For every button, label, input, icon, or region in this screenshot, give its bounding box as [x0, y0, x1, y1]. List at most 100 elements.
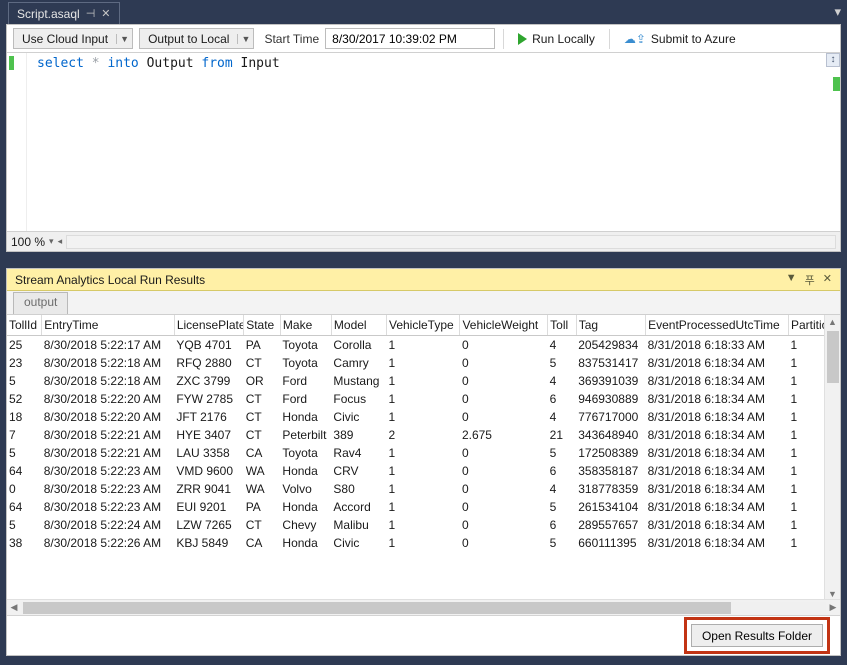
table-cell: 2 — [386, 426, 459, 444]
dropdown-icon[interactable]: ▼ — [786, 272, 797, 288]
table-cell: 837531417 — [576, 354, 645, 372]
table-row[interactable]: 238/30/2018 5:22:18 AMRFQ 2880CTToyotaCa… — [7, 354, 840, 372]
tab-overflow-icon[interactable]: ▾ — [834, 4, 841, 20]
col-header[interactable]: TollId — [7, 315, 42, 336]
table-cell: Peterbilt — [280, 426, 331, 444]
file-tab-label: Script.asaql — [17, 7, 80, 21]
start-time-input[interactable] — [325, 28, 495, 49]
table-row[interactable]: 58/30/2018 5:22:24 AMLZW 7265CTChevyMali… — [7, 516, 840, 534]
table-cell: 38 — [7, 534, 42, 552]
col-header[interactable]: LicensePlate — [174, 315, 243, 336]
table-cell: Focus — [331, 390, 386, 408]
split-view-icon[interactable]: ↕ — [826, 53, 840, 67]
results-tab-output[interactable]: output — [13, 292, 68, 314]
scroll-left-icon[interactable]: ◀ — [7, 602, 21, 613]
table-cell: Honda — [280, 534, 331, 552]
table-row[interactable]: 388/30/2018 5:22:26 AMKBJ 5849CAHondaCiv… — [7, 534, 840, 552]
table-row[interactable]: 528/30/2018 5:22:20 AMFYW 2785CTFordFocu… — [7, 390, 840, 408]
col-header[interactable]: VehicleType — [386, 315, 459, 336]
separator — [609, 29, 610, 49]
sql-editor[interactable]: select * into Output from Input ↕ — [7, 53, 840, 231]
col-header[interactable]: EventProcessedUtcTime — [646, 315, 789, 336]
table-cell: 0 — [460, 480, 548, 498]
table-row[interactable]: 58/30/2018 5:22:18 AMZXC 3799ORFordMusta… — [7, 372, 840, 390]
table-cell: 5 — [548, 444, 577, 462]
col-header[interactable]: Model — [331, 315, 386, 336]
col-header[interactable]: Make — [280, 315, 331, 336]
table-cell: 8/31/2018 6:18:33 AM — [646, 336, 789, 355]
col-header[interactable]: Tag — [576, 315, 645, 336]
close-icon[interactable]: ✕ — [101, 7, 110, 20]
pin-icon[interactable]: ⊣ — [86, 7, 96, 20]
table-cell: 8/31/2018 6:18:34 AM — [646, 354, 789, 372]
results-grid[interactable]: TollId EntryTime LicensePlate State Make… — [7, 315, 840, 552]
table-cell: 5 — [548, 534, 577, 552]
table-row[interactable]: 78/30/2018 5:22:21 AMHYE 3407CTPeterbilt… — [7, 426, 840, 444]
chevron-down-icon[interactable]: ▼ — [116, 34, 132, 44]
col-header[interactable]: Toll — [548, 315, 577, 336]
table-cell: 205429834 — [576, 336, 645, 355]
table-cell: Accord — [331, 498, 386, 516]
table-cell: Ford — [280, 390, 331, 408]
table-row[interactable]: 258/30/2018 5:22:17 AMYQB 4701PAToyotaCo… — [7, 336, 840, 355]
file-tab[interactable]: Script.asaql ⊣ ✕ — [8, 2, 120, 24]
table-cell: 8/31/2018 6:18:34 AM — [646, 462, 789, 480]
table-cell: FYW 2785 — [174, 390, 243, 408]
table-cell: 2.675 — [460, 426, 548, 444]
table-row[interactable]: 188/30/2018 5:22:20 AMJFT 2176CTHondaCiv… — [7, 408, 840, 426]
editor-gutter — [7, 53, 27, 231]
table-row[interactable]: 648/30/2018 5:22:23 AMEUI 9201PAHondaAcc… — [7, 498, 840, 516]
col-header[interactable]: EntryTime — [42, 315, 175, 336]
table-cell: Honda — [280, 408, 331, 426]
results-titlebar: Stream Analytics Local Run Results ▼ 푸 ✕ — [7, 269, 840, 291]
open-results-folder-button[interactable]: Open Results Folder — [691, 624, 823, 647]
scroll-right-icon[interactable]: ▶ — [826, 602, 840, 613]
table-cell: 0 — [460, 372, 548, 390]
chevron-down-icon[interactable]: ▾ — [49, 236, 54, 247]
table-row[interactable]: 58/30/2018 5:22:21 AMLAU 3358CAToyotaRav… — [7, 444, 840, 462]
grid-horizontal-scrollbar[interactable]: ◀ ▶ — [7, 599, 840, 615]
results-tabstrip: output — [7, 291, 840, 315]
pin-icon[interactable]: 푸 — [805, 272, 815, 288]
query-toolbar: Use Cloud Input ▼ Output to Local ▼ Star… — [7, 25, 840, 53]
table-cell: 946930889 — [576, 390, 645, 408]
table-cell: Toyota — [280, 444, 331, 462]
table-cell: 1 — [386, 534, 459, 552]
editor-hscroll[interactable] — [66, 235, 836, 249]
table-cell: RFQ 2880 — [174, 354, 243, 372]
scroll-up-icon[interactable]: ▲ — [828, 315, 837, 329]
output-target-combo[interactable]: Output to Local ▼ — [139, 28, 254, 49]
grid-vertical-scrollbar[interactable]: ▲ ▼ — [824, 315, 840, 601]
table-cell: 8/31/2018 6:18:34 AM — [646, 498, 789, 516]
table-cell: 0 — [460, 408, 548, 426]
table-cell: 289557657 — [576, 516, 645, 534]
zoom-value[interactable]: 100 % — [11, 235, 45, 249]
table-cell: LZW 7265 — [174, 516, 243, 534]
scroll-left-icon[interactable]: ◂ — [58, 236, 63, 247]
table-cell: 4 — [548, 408, 577, 426]
table-cell: 4 — [548, 336, 577, 355]
table-cell: 343648940 — [576, 426, 645, 444]
separator — [503, 29, 504, 49]
col-header[interactable]: VehicleWeight — [460, 315, 548, 336]
table-cell: 5 — [7, 444, 42, 462]
table-cell: WA — [244, 462, 281, 480]
col-header[interactable]: State — [244, 315, 281, 336]
run-locally-button[interactable]: Run Locally — [512, 28, 601, 50]
scrollbar-thumb[interactable] — [827, 331, 839, 383]
chevron-down-icon[interactable]: ▼ — [237, 34, 253, 44]
output-target-label: Output to Local — [140, 32, 237, 46]
table-cell: Civic — [331, 534, 386, 552]
input-source-combo[interactable]: Use Cloud Input ▼ — [13, 28, 133, 49]
table-row[interactable]: 648/30/2018 5:22:23 AMVMD 9600WAHondaCRV… — [7, 462, 840, 480]
submit-azure-button[interactable]: ☁⇪ Submit to Azure — [618, 28, 742, 50]
table-row[interactable]: 08/30/2018 5:22:23 AMZRR 9041WAVolvoS801… — [7, 480, 840, 498]
table-cell: Mustang — [331, 372, 386, 390]
scrollbar-track[interactable] — [21, 602, 826, 614]
change-marker-icon — [9, 56, 14, 70]
scrollbar-thumb[interactable] — [23, 602, 731, 614]
close-icon[interactable]: ✕ — [823, 272, 832, 288]
editor-zoom-bar: 100 % ▾ ◂ — [7, 231, 840, 251]
table-cell: 0 — [460, 498, 548, 516]
table-cell: 8/30/2018 5:22:20 AM — [42, 408, 175, 426]
